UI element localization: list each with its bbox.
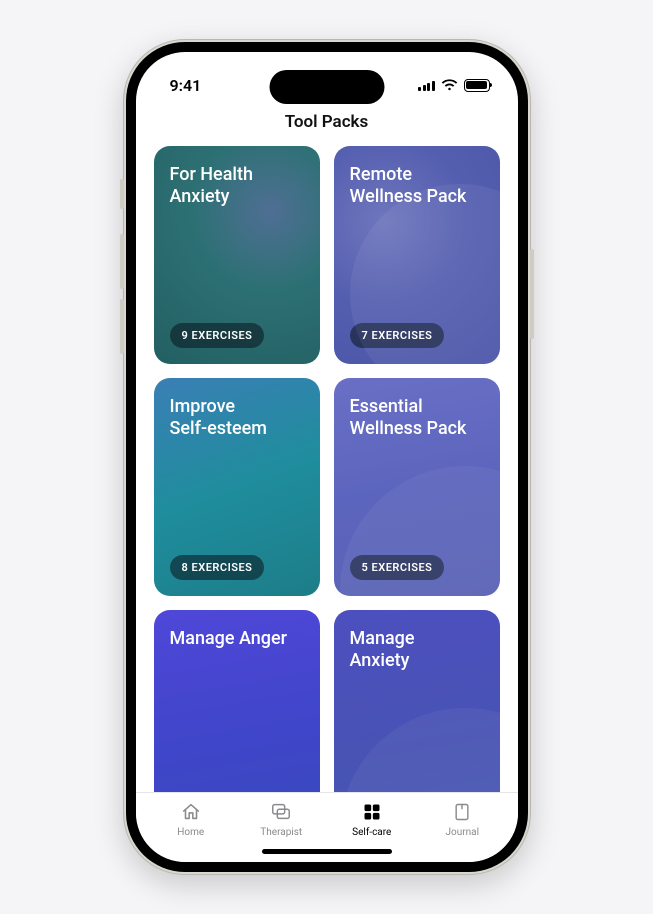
pack-badge: 9 EXERCISES (170, 323, 265, 348)
pack-badge: 5 EXERCISES (350, 555, 445, 580)
power-button (530, 249, 534, 339)
pack-title: Remote Wellness Pack (350, 164, 484, 207)
pack-card-essential-wellness[interactable]: Essential Wellness Pack 5 EXERCISES (334, 378, 500, 596)
phone-frame: 9:41 Tool Packs (123, 39, 531, 875)
pack-card-manage-anger[interactable]: Manage Anger (154, 610, 320, 792)
volume-down-button (120, 299, 124, 354)
page-title: Tool Packs (136, 108, 518, 146)
silence-switch (120, 179, 124, 209)
home-indicator[interactable] (262, 849, 392, 854)
pack-card-remote-wellness[interactable]: Remote Wellness Pack 7 EXERCISES (334, 146, 500, 364)
volume-up-button (120, 234, 124, 289)
tab-label: Self-care (352, 827, 391, 838)
tab-journal[interactable]: Journal (427, 801, 497, 838)
pack-title: Manage Anxiety (350, 628, 484, 671)
phone-screen: 9:41 Tool Packs (136, 52, 518, 862)
grid-icon (361, 801, 383, 823)
pack-title: Manage Anger (170, 628, 304, 650)
content-area[interactable]: For Health Anxiety 9 EXERCISES Remote We… (136, 146, 518, 792)
tab-home[interactable]: Home (156, 801, 226, 838)
tab-label: Journal (445, 827, 479, 838)
cellular-icon (418, 79, 435, 91)
tab-self-care[interactable]: Self-care (337, 801, 407, 838)
pack-title: For Health Anxiety (170, 164, 304, 207)
wifi-icon (441, 79, 458, 91)
pack-title: Improve Self-esteem (170, 396, 304, 439)
pack-grid: For Health Anxiety 9 EXERCISES Remote We… (154, 146, 500, 792)
dynamic-island (269, 70, 384, 104)
pack-card-manage-anxiety[interactable]: Manage Anxiety (334, 610, 500, 792)
pack-badge: 8 EXERCISES (170, 555, 265, 580)
tab-therapist[interactable]: Therapist (246, 801, 316, 838)
phone-bezel: 9:41 Tool Packs (126, 42, 528, 872)
pack-title: Essential Wellness Pack (350, 396, 484, 439)
status-indicators (418, 79, 490, 92)
tab-label: Therapist (260, 827, 302, 838)
stage: 9:41 Tool Packs (0, 0, 653, 914)
status-time: 9:41 (170, 76, 202, 95)
journal-icon (451, 801, 473, 823)
pack-badge: 7 EXERCISES (350, 323, 445, 348)
pack-card-health-anxiety[interactable]: For Health Anxiety 9 EXERCISES (154, 146, 320, 364)
pack-card-self-esteem[interactable]: Improve Self-esteem 8 EXERCISES (154, 378, 320, 596)
battery-icon (464, 79, 490, 92)
home-icon (180, 801, 202, 823)
tab-label: Home (177, 827, 204, 838)
chat-icon (270, 801, 292, 823)
